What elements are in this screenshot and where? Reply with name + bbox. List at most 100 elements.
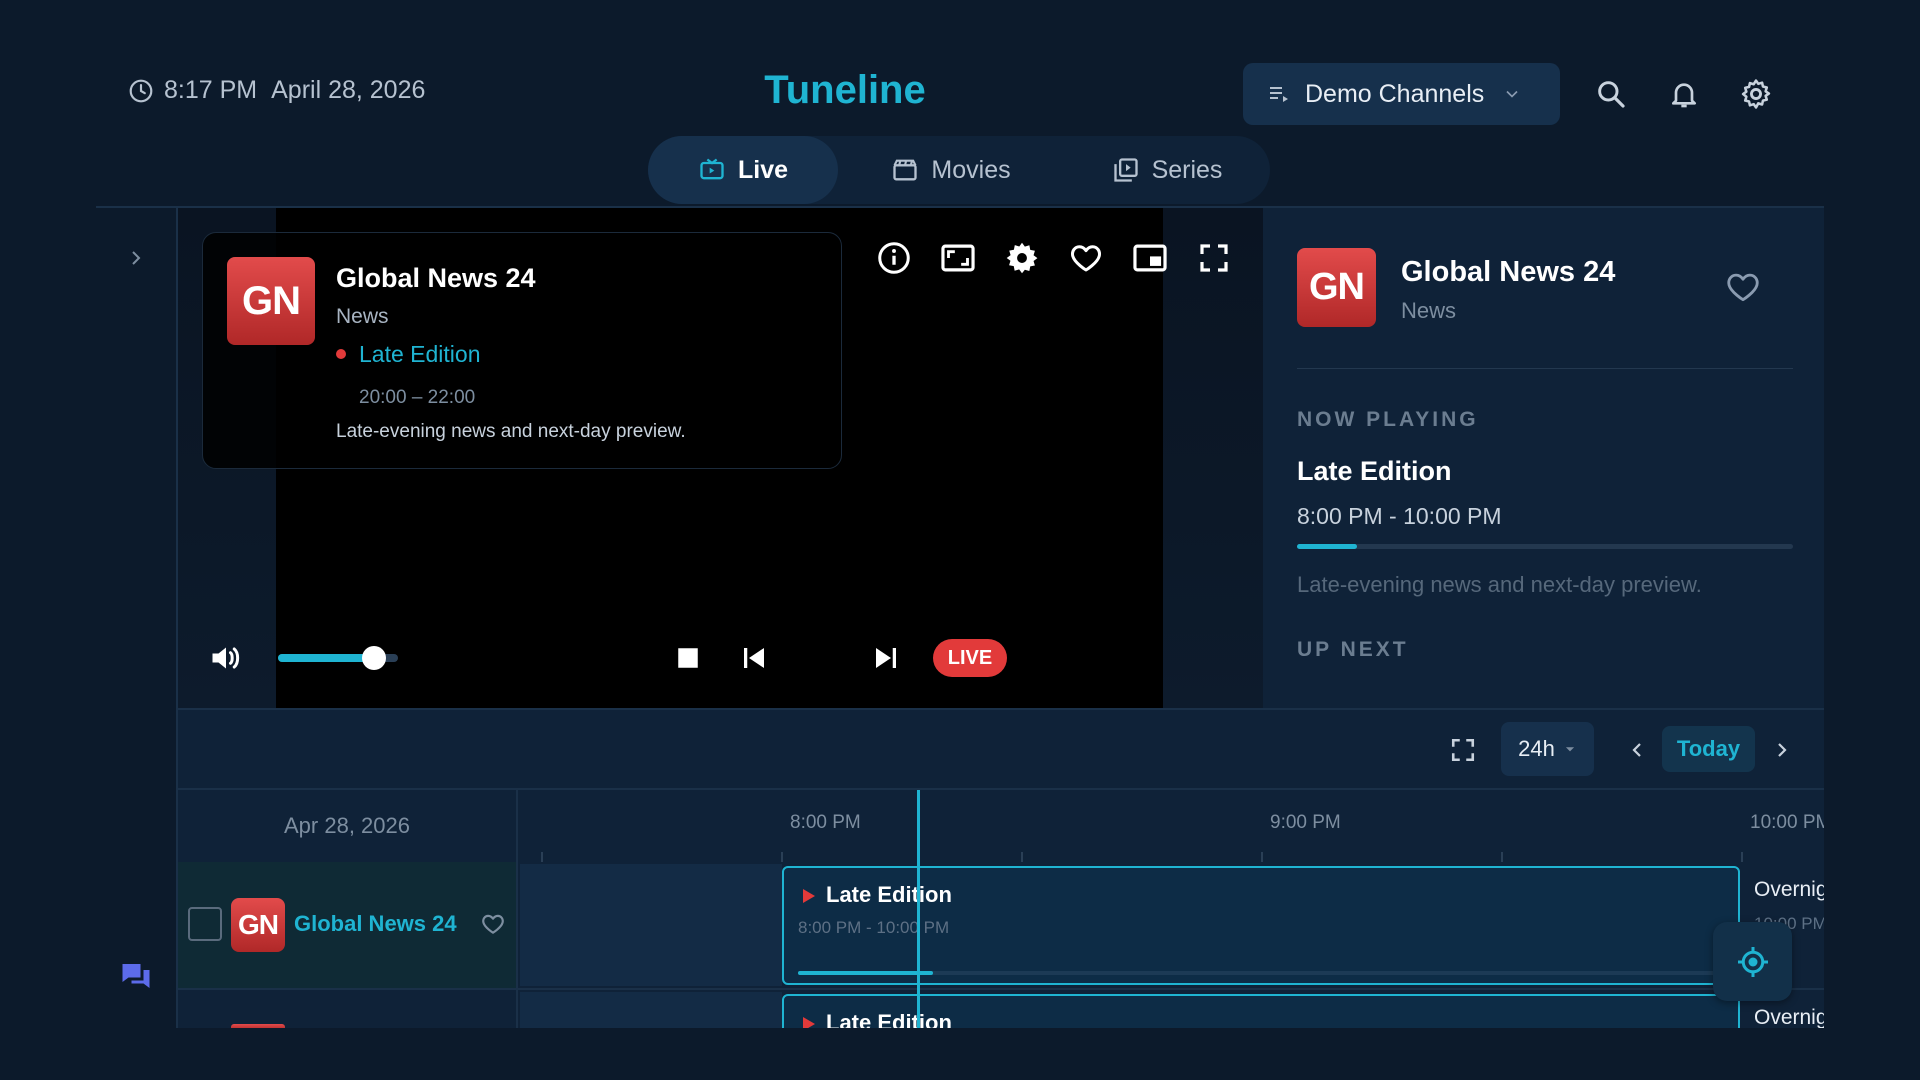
up-next-label: UP NEXT [1297,638,1409,661]
info-description: Late-evening news and next-day preview. [1297,572,1702,597]
fullscreen-button[interactable] [1194,238,1234,278]
volume-icon [212,647,240,669]
tab-movies[interactable]: Movies [838,136,1064,204]
tick-mark [1021,852,1023,862]
gear-icon [1006,242,1038,274]
stop-button[interactable] [668,640,708,676]
select-checkbox[interactable] [188,907,222,941]
current-time-indicator [917,790,920,1028]
info-favorite-button[interactable] [1724,268,1764,308]
guide-fullscreen-button[interactable] [1446,733,1480,767]
tick-mark [541,852,543,862]
next-program-title: Overnight [1754,1006,1824,1029]
tick-mark [1261,852,1263,862]
heart-icon [482,914,504,934]
program-title: Late Edition [826,882,952,907]
channel-overlay: GN Global News 24 News Late Edition 20:0… [202,232,842,469]
channel-logo: GN [227,257,315,345]
player-letterbox-right [1163,208,1263,708]
info-program-title: Late Edition [1297,456,1452,486]
overlay-channel-name: Global News 24 [336,263,536,293]
row-favorite-button[interactable] [480,911,508,939]
notifications-button[interactable] [1666,76,1702,112]
range-label: 24h [1518,736,1555,761]
overlay-time-range: 20:00 – 22:00 [359,387,476,408]
playlist-icon [1270,87,1288,102]
favorite-button[interactable] [1066,238,1106,278]
program-progress-fill [798,971,933,975]
skip-next-icon [876,648,896,668]
jump-to-now-button[interactable] [1713,922,1792,1001]
caret-down-icon [1565,747,1574,752]
tab-series[interactable]: Series [1064,136,1270,204]
player-settings-button[interactable] [1002,238,1042,278]
chat-button[interactable] [118,958,154,994]
previous-channel-button[interactable] [734,640,774,676]
aspect-ratio-button[interactable] [938,238,978,278]
volume-fill [278,654,374,662]
info-button[interactable] [874,238,914,278]
heart-icon [1727,273,1759,302]
aspect-ratio-icon [941,244,975,272]
skip-previous-icon [744,648,764,668]
tick-mark [1741,852,1743,862]
program-progress-fill [1297,544,1357,549]
chevron-down-icon [1506,90,1518,98]
search-button[interactable] [1593,76,1629,112]
chevron-right-icon [1778,743,1787,757]
tab-movies-label: Movies [931,155,1011,184]
heart-icon [1071,245,1101,272]
fullscreen-icon [1200,244,1228,272]
range-select[interactable]: 24h [1501,722,1594,776]
pip-icon [1133,244,1167,272]
chevron-right-icon [132,251,141,265]
today-button[interactable]: Today [1662,726,1755,772]
tick-mark [1501,852,1503,862]
info-channel-logo: GN [1297,248,1376,327]
stop-icon [678,648,698,668]
info-icon [878,242,910,274]
main-tabs: Live Movies Series [648,136,1270,204]
channel-list-select[interactable]: Demo Channels [1243,63,1560,125]
volume-button[interactable] [206,640,246,676]
live-dot [336,349,346,359]
info-divider [1297,368,1793,369]
program-time: 8:00 PM - 10:00 PM [798,918,950,937]
tick-label: 9:00 PM [1270,812,1341,833]
settings-button[interactable] [1738,76,1774,112]
tab-series-label: Series [1151,155,1223,184]
row-channel-logo: GN [231,898,285,952]
chevron-left-icon [1632,743,1641,757]
now-playing-label: NOW PLAYING [1297,408,1479,431]
picture-in-picture-button[interactable] [1130,238,1170,278]
empty-slot [520,864,782,986]
tab-live[interactable]: Live [648,136,838,204]
overlay-program: Late Edition [359,341,481,367]
search-icon [1598,81,1625,108]
guide-date: Apr 28, 2026 [178,790,518,862]
gear-icon [1741,79,1771,109]
overlay-category: News [336,305,389,328]
program-block[interactable]: Late Edition 8:00 PM - 10:00 PM [782,866,1740,985]
bell-icon [1672,83,1696,108]
tick-label: 8:00 PM [790,812,861,833]
live-badge[interactable]: LIVE [933,639,1007,677]
tick-label: 10:00 PM [1750,812,1824,833]
next-channel-button[interactable] [866,640,906,676]
info-time-range: 8:00 PM - 10:00 PM [1297,503,1502,529]
channel-list-label: Demo Channels [1305,79,1485,108]
play-icon [803,889,815,903]
program-progress-track [1297,544,1793,549]
info-channel-name: Global News 24 [1401,256,1616,288]
program-progress-track [798,971,1718,975]
previous-day-button[interactable] [1620,733,1654,767]
chat-icon [122,964,150,988]
next-day-button[interactable] [1765,733,1799,767]
empty-slot [520,992,782,1030]
row-channel-name: Global News 24 [294,911,457,936]
volume-knob[interactable] [362,646,386,670]
next-program-title: Overnight [1754,878,1824,901]
channel-cell[interactable] [178,990,518,1030]
expand-sidebar-button[interactable] [124,244,148,272]
bottom-mask [0,1028,1920,1080]
